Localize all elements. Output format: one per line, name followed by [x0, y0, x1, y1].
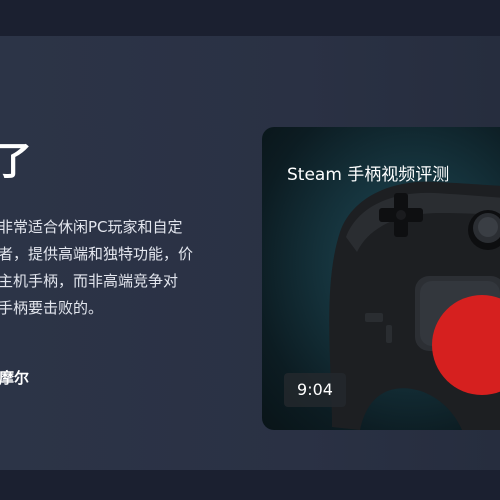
author-name: 摩尔 [0, 369, 30, 387]
top-bar [0, 0, 500, 36]
summary-line-1: 非常适合休闲PC玩家和自定 [0, 218, 183, 236]
video-title: Steam 手柄视频评测 [287, 165, 450, 185]
video-duration: 9:04 [284, 373, 346, 407]
video-review-card[interactable]: Steam 手柄视频评测 9:04 [262, 127, 500, 430]
summary-line-4: 手柄要击败的。 [0, 299, 104, 317]
summary-line-3: 主机手柄，而非高端竞争对 [0, 272, 179, 290]
summary-line-2: 者，提供高端和独特功能，价 [0, 245, 194, 263]
bottom-bar [0, 470, 500, 500]
article-summary: 非常适合休闲PC玩家和自定 者，提供高端和独特功能，价 主机手柄，而非高端竞争对… [0, 214, 258, 322]
article-heading: 了 [0, 139, 33, 183]
